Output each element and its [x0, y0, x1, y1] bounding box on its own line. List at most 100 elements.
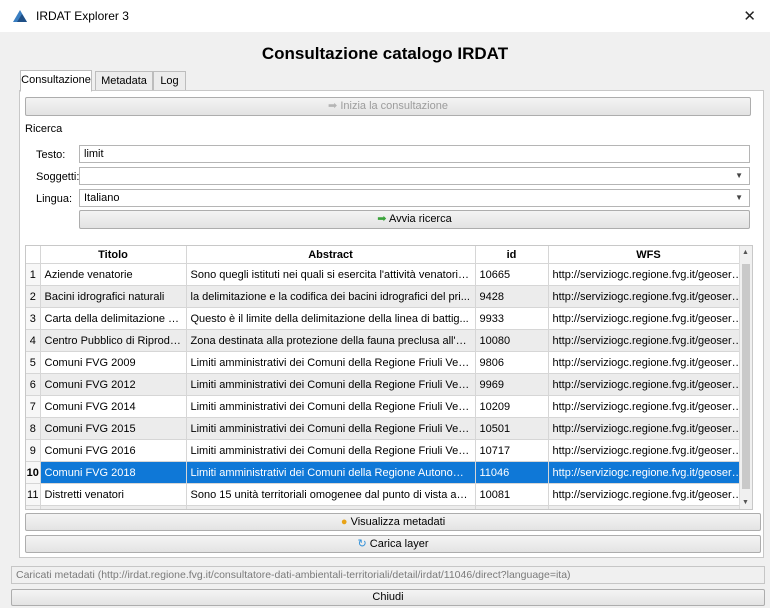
id-cell[interactable]: 10080 [475, 329, 549, 352]
row-number-header [26, 246, 41, 264]
table-row[interactable]: 9 Comuni FVG 2016 Limiti amministrativi de… [26, 439, 750, 462]
chevron-down-icon: ▼ [735, 171, 743, 180]
wfs-cell[interactable]: http://serviziogc.regione.fvg.it/geoserv… [548, 285, 750, 308]
row-number-cell[interactable]: 6 [26, 373, 41, 396]
table-row[interactable]: 12 [26, 505, 750, 509]
column-header-abstract[interactable]: Abstract [186, 246, 476, 264]
carica-layer-label: Carica layer [369, 538, 429, 550]
id-cell[interactable]: 9969 [475, 373, 549, 396]
row-number-cell[interactable]: 2 [26, 285, 41, 308]
wfs-cell[interactable]: http://serviziogc.regione.fvg.it/geoserv… [548, 483, 750, 506]
scrollbar-thumb[interactable] [742, 264, 750, 489]
abstract-cell[interactable]: Questo è il limite della delimitazione d… [186, 307, 476, 330]
lingua-select[interactable]: Italiano ▼ [79, 189, 750, 207]
row-number-cell[interactable]: 3 [26, 307, 41, 330]
titolo-cell[interactable]: Carta della delimitazione d... [40, 307, 187, 330]
abstract-cell[interactable]: la delimitazione e la codifica dei bacin… [186, 285, 476, 308]
table-row[interactable]: 8 Comuni FVG 2015 Limiti amministrativi de… [26, 417, 750, 440]
table-row[interactable]: 3 Carta della delimitazione d... Questo è … [26, 307, 750, 330]
titolo-cell[interactable]: Comuni FVG 2009 [40, 351, 187, 374]
titolo-cell[interactable]: Comuni FVG 2015 [40, 417, 187, 440]
titolo-cell[interactable]: Centro Pubblico di Riprodu... [40, 329, 187, 352]
abstract-cell[interactable] [186, 505, 476, 509]
wfs-cell[interactable]: http://serviziogc.regione.fvg.it/geoserv… [548, 439, 750, 462]
wfs-cell[interactable]: http://serviziogc.regione.fvg.it/geoserv… [548, 373, 750, 396]
tab-consultazione[interactable]: Consultazione [20, 70, 92, 92]
wfs-cell[interactable]: http://serviziogc.regione.fvg.it/geoserv… [548, 351, 750, 374]
wfs-cell[interactable] [548, 505, 750, 509]
start-consultation-button[interactable]: ➡ Inizia la consultazione [25, 97, 751, 116]
page-title: Consultazione catalogo IRDAT [261, 44, 509, 63]
visualizza-metadati-button[interactable]: ● Visualizza metadati [25, 513, 761, 531]
titolo-cell[interactable]: Aziende venatorie [40, 263, 187, 286]
scroll-up-icon[interactable]: ▲ [742, 249, 749, 256]
tab-metadata[interactable]: Metadata [95, 71, 153, 91]
id-cell[interactable]: 10665 [475, 263, 549, 286]
table-row[interactable]: 4 Centro Pubblico di Riprodu... Zona desti… [26, 329, 750, 352]
wfs-cell[interactable]: http://serviziogc.regione.fvg.it/geoserv… [548, 395, 750, 418]
titolo-cell[interactable]: Distretti venatori [40, 483, 187, 506]
column-header-id[interactable]: id [475, 246, 549, 264]
row-number-cell[interactable]: 1 [26, 263, 41, 286]
abstract-cell[interactable]: Limiti amministrativi dei Comuni della R… [186, 417, 476, 440]
wfs-cell[interactable]: http://serviziogc.regione.fvg.it/geoserv… [548, 417, 750, 440]
abstract-cell[interactable]: Limiti amministrativi dei Comuni della R… [186, 373, 476, 396]
titolo-cell[interactable]: Comuni FVG 2014 [40, 395, 187, 418]
carica-layer-button[interactable]: ↻ Carica layer [25, 535, 761, 553]
wfs-cell[interactable]: http://serviziogc.regione.fvg.it/geoserv… [548, 263, 750, 286]
id-cell[interactable]: 9428 [475, 285, 549, 308]
row-number-cell[interactable]: 9 [26, 439, 41, 462]
results-table: Titolo Abstract id WFS 1 Aziende venatori… [25, 245, 753, 510]
column-header-wfs[interactable]: WFS [548, 246, 750, 264]
abstract-cell[interactable]: Sono 15 unità territoriali omogenee dal … [186, 483, 476, 506]
id-cell[interactable]: 9933 [475, 307, 549, 330]
row-number-cell[interactable]: 10 [26, 461, 41, 484]
avvia-ricerca-button[interactable]: ➡ Avvia ricerca [79, 210, 750, 229]
row-number-cell[interactable]: 5 [26, 351, 41, 374]
table-row[interactable]: 10 Comuni FVG 2018 Limiti amministrativi d… [26, 461, 750, 484]
table-row[interactable]: 5 Comuni FVG 2009 Limiti amministrativi de… [26, 351, 750, 374]
row-number-cell[interactable]: 7 [26, 395, 41, 418]
tab-log[interactable]: Log [153, 71, 186, 91]
abstract-cell[interactable]: Limiti amministrativi dei Comuni della R… [186, 439, 476, 462]
titolo-cell[interactable]: Comuni FVG 2016 [40, 439, 187, 462]
scroll-down-icon[interactable]: ▼ [742, 499, 749, 506]
id-cell[interactable] [475, 505, 549, 509]
row-number-cell[interactable]: 11 [26, 483, 41, 506]
id-cell[interactable]: 9806 [475, 351, 549, 374]
table-row[interactable]: 7 Comuni FVG 2014 Limiti amministrativi de… [26, 395, 750, 418]
table-row[interactable]: 11 Distretti venatori Sono 15 unità territ… [26, 483, 750, 506]
table-row[interactable]: 1 Aziende venatorie Sono quegli istituti n… [26, 263, 750, 286]
titolo-cell[interactable]: Comuni FVG 2018 [40, 461, 187, 484]
soggetti-label: Soggetti: [36, 171, 80, 183]
chiudi-button[interactable]: Chiudi [11, 589, 765, 606]
wfs-cell[interactable]: http://serviziogc.regione.fvg.it/geoserv… [548, 461, 750, 484]
titolo-cell[interactable]: Comuni FVG 2012 [40, 373, 187, 396]
abstract-cell[interactable]: Zona destinata alla protezione della fau… [186, 329, 476, 352]
id-cell[interactable]: 10717 [475, 439, 549, 462]
id-cell[interactable]: 10081 [475, 483, 549, 506]
titolo-cell[interactable]: Bacini idrografici naturali [40, 285, 187, 308]
id-cell[interactable]: 10501 [475, 417, 549, 440]
row-number-cell[interactable]: 8 [26, 417, 41, 440]
testo-input[interactable]: limit [79, 145, 750, 163]
soggetti-select[interactable]: ▼ [79, 167, 750, 185]
titolo-cell[interactable] [40, 505, 187, 509]
search-group-label: Ricerca [25, 123, 63, 135]
row-number-cell[interactable]: 4 [26, 329, 41, 352]
abstract-cell[interactable]: Sono quegli istituti nei quali si eserci… [186, 263, 476, 286]
table-row[interactable]: 2 Bacini idrografici naturali la delimitaz… [26, 285, 750, 308]
wfs-cell[interactable]: http://serviziogc.regione.fvg.it/geoserv… [548, 329, 750, 352]
close-icon[interactable]: ✕ [743, 7, 756, 25]
abstract-cell[interactable]: Limiti amministrativi dei Comuni della R… [186, 351, 476, 374]
vertical-scrollbar[interactable]: ▲ ▼ [739, 246, 752, 509]
testo-label: Testo: [36, 149, 66, 161]
abstract-cell[interactable]: Limiti amministrativi dei Comuni della R… [186, 395, 476, 418]
row-number-cell[interactable]: 12 [26, 505, 41, 509]
abstract-cell[interactable]: Limiti amministrativi dei Comuni della R… [186, 461, 476, 484]
table-row[interactable]: 6 Comuni FVG 2012 Limiti amministrativi de… [26, 373, 750, 396]
id-cell[interactable]: 11046 [475, 461, 549, 484]
wfs-cell[interactable]: http://serviziogc.regione.fvg.it/geoserv… [548, 307, 750, 330]
id-cell[interactable]: 10209 [475, 395, 549, 418]
column-header-titolo[interactable]: Titolo [40, 246, 187, 264]
